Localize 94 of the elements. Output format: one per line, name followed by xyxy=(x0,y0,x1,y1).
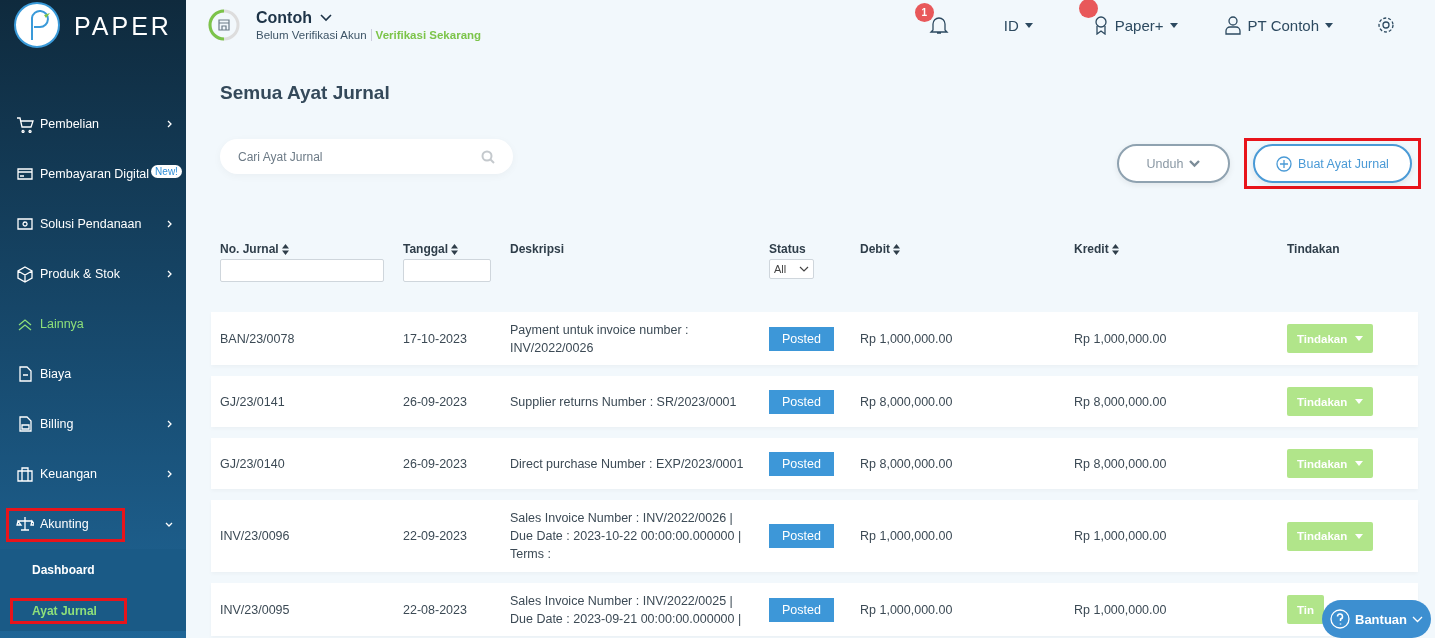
box-icon xyxy=(16,265,34,283)
sidebar-item[interactable]: Billing xyxy=(0,399,186,449)
status-filter[interactable]: All xyxy=(769,259,814,279)
plus-circle-icon xyxy=(1276,155,1293,172)
user-icon[interactable] xyxy=(1223,15,1242,35)
column-header[interactable]: No. Jurnal xyxy=(220,242,279,256)
caret-icon xyxy=(1169,22,1178,28)
page-title: Semua Ayat Jurnal xyxy=(220,82,391,104)
chevron-icon[interactable] xyxy=(320,14,332,22)
table-cell-text: Rp 1,000,000.00 xyxy=(1074,602,1168,617)
brand-name: PAPER xyxy=(74,12,172,41)
table-cell-text: Supplier returns Number : SR/2023/0001 xyxy=(510,393,738,411)
caret-icon xyxy=(1355,399,1364,404)
table-cell-text: 22-08-2023 xyxy=(403,602,468,617)
sort-icon[interactable] xyxy=(451,243,459,255)
submenu-item[interactable]: Dashboard xyxy=(0,549,186,590)
card-icon xyxy=(16,165,34,183)
sidebar-item[interactable]: Akunting xyxy=(0,499,186,549)
status-badge: Posted xyxy=(769,524,834,548)
table-cell-text: GJ/23/0141 xyxy=(220,394,286,409)
sidebar-item[interactable]: Pembelian xyxy=(0,99,186,149)
award-icon[interactable] xyxy=(1092,15,1109,35)
plan-dropdown[interactable]: Paper+ xyxy=(1114,16,1164,34)
column-header: Status xyxy=(769,242,806,256)
sidebar-item[interactable]: Produk & Stok xyxy=(0,249,186,299)
column-header: Deskripsi xyxy=(510,242,565,256)
document-icon xyxy=(16,365,34,383)
table-cell-text: Sales Invoice Number : INV/2022/0026 | Due Date : 2023-10-22 00:00:00.000000 | Terms : xyxy=(510,510,743,563)
user-dropdown[interactable]: PT Contoh xyxy=(1247,16,1319,34)
sidebar-item[interactable]: Biaya xyxy=(0,349,186,399)
table-cell-text: Rp 1,000,000.00 xyxy=(1074,529,1168,543)
new-badge: New! xyxy=(151,164,182,178)
table-cell-text: Rp 8,000,000.00 xyxy=(860,456,954,471)
table-cell-text: 17-10-2023 xyxy=(403,331,468,346)
status-badge: Posted xyxy=(769,389,834,414)
status-badge: Posted xyxy=(769,597,834,622)
caret-icon xyxy=(1325,22,1333,28)
table-cell-text: Rp 1,000,000.00 xyxy=(860,529,954,543)
caret-icon xyxy=(1024,22,1033,28)
banknote-icon xyxy=(16,215,34,233)
status-badge: Posted xyxy=(769,326,834,351)
column-header: Tindakan xyxy=(1287,242,1340,256)
sort-icon[interactable] xyxy=(281,243,289,255)
column-header[interactable]: Debit xyxy=(860,242,890,256)
table-cell-text: Rp 8,000,000.00 xyxy=(1074,394,1168,409)
bell-icon[interactable] xyxy=(928,15,949,35)
sidebar-item[interactable]: Lainnya xyxy=(0,299,186,349)
sidebar-item[interactable]: Pembayaran Digital New! xyxy=(0,149,186,199)
logo-icon xyxy=(14,2,60,48)
submenu-item[interactable]: Ayat Jurnal xyxy=(0,590,186,631)
table-cell-text: 26-09-2023 xyxy=(403,394,468,409)
table-cell-text: Rp 1,000,000.00 xyxy=(860,602,954,617)
search-field[interactable]: Cari Ayat Jurnal xyxy=(220,139,513,174)
status-dot xyxy=(1078,0,1098,18)
cart-icon xyxy=(16,115,34,133)
language-dropdown[interactable]: ID xyxy=(1003,16,1033,34)
table-cell-text: Rp 1,000,000.00 xyxy=(860,331,954,346)
verification-status: Belum Verifikasi Akun xyxy=(256,29,367,41)
table-cell-text: GJ/23/0140 xyxy=(220,456,286,471)
status-badge: Posted xyxy=(769,451,834,476)
sidebar-item[interactable]: Solusi Pendanaan xyxy=(0,199,186,249)
table-cell-text: Payment untuk invoice number : INV/2022/0026 xyxy=(510,321,690,357)
table-cell-text: BAN/23/0078 xyxy=(220,331,296,346)
store-icon xyxy=(208,9,240,41)
table-cell-text: Sales Invoice Number : INV/2022/0025 | Due Date : 2023-09-21 00:00:00.000000 | xyxy=(510,592,743,628)
chevron-icon xyxy=(799,266,809,272)
caret-icon xyxy=(1355,533,1364,539)
table-cell-text: Direct purchase Number : EXP/2023/0001 xyxy=(510,455,745,473)
column-header[interactable]: Tanggal xyxy=(403,242,449,256)
settings-icon[interactable] xyxy=(1377,16,1395,34)
briefcase-icon xyxy=(16,465,34,483)
question-icon xyxy=(1330,609,1350,629)
sort-icon[interactable] xyxy=(893,243,900,255)
table-cell-text: INV/23/0095 xyxy=(220,602,291,617)
sidebar-item[interactable]: Keuangan xyxy=(0,449,186,499)
caret-icon xyxy=(1355,461,1364,466)
chevron-icon xyxy=(1189,159,1201,168)
table-cell-text: INV/23/0096 xyxy=(220,529,291,543)
column-header[interactable]: Kredit xyxy=(1074,242,1109,256)
notification-badge: 1 xyxy=(914,3,934,22)
sort-icon[interactable] xyxy=(1111,243,1119,255)
company-name[interactable]: Contoh xyxy=(256,9,312,27)
table-cell-text: Rp 8,000,000.00 xyxy=(860,394,954,409)
table-cell-text: 26-09-2023 xyxy=(403,456,468,471)
caret-icon xyxy=(1355,336,1364,341)
table-cell-text: Rp 1,000,000.00 xyxy=(1074,331,1168,346)
filter-value: All xyxy=(774,263,787,275)
scale-icon xyxy=(16,515,34,533)
filter-field[interactable] xyxy=(403,259,491,282)
table-cell-text: Rp 8,000,000.00 xyxy=(1074,456,1168,471)
chevron-icon xyxy=(1412,615,1423,623)
table-cell-text: 22-09-2023 xyxy=(403,529,468,543)
filter-field[interactable] xyxy=(220,259,384,282)
document-icon xyxy=(16,415,34,433)
